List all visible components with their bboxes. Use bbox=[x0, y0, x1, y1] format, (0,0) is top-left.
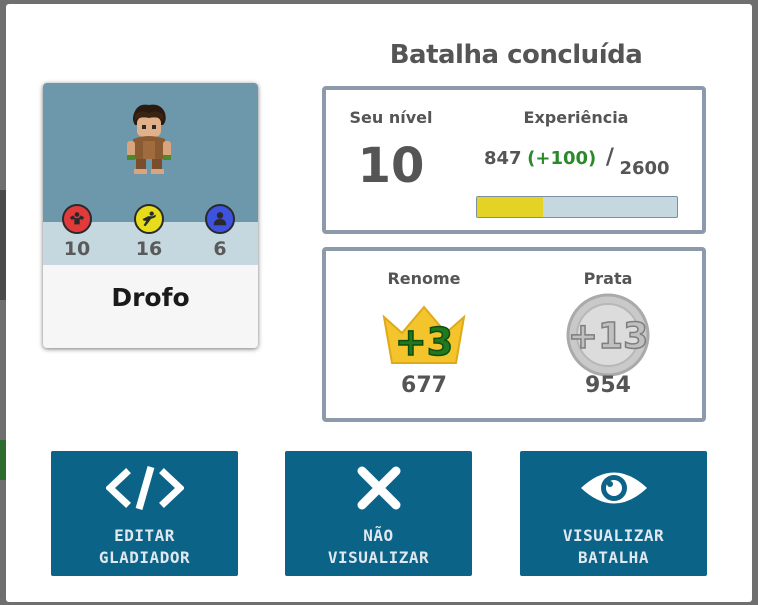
renown-gain: +3 bbox=[395, 320, 453, 364]
intelligence-icon bbox=[205, 204, 235, 234]
gladiator-card[interactable]: 10 16 6 Drofo bbox=[43, 83, 258, 348]
silver-gain: +13 bbox=[568, 316, 648, 357]
skip-view-button[interactable]: NÃO VISUALIZAR bbox=[285, 451, 472, 576]
crown-icon: +3 bbox=[382, 305, 466, 365]
experience-max: 2600 bbox=[619, 158, 670, 179]
code-icon bbox=[105, 463, 184, 513]
experience-bar bbox=[476, 196, 678, 218]
eye-icon bbox=[579, 463, 649, 513]
skip-view-label: NÃO VISUALIZAR bbox=[327, 526, 430, 567]
experience-bar-fill bbox=[477, 197, 543, 217]
agility-icon bbox=[134, 204, 164, 234]
close-icon bbox=[356, 463, 402, 513]
renown-value: 677 bbox=[401, 373, 447, 398]
view-battle-label: VISUALIZAR BATALHA bbox=[562, 526, 665, 567]
silver-coin-icon: +13 bbox=[566, 293, 650, 377]
strength-value: 10 bbox=[63, 238, 91, 260]
view-battle-button[interactable]: VISUALIZAR BATALHA bbox=[520, 451, 707, 576]
rewards-panel: Renome +3 677 Prata +13 954 bbox=[322, 247, 706, 422]
agility-value: 16 bbox=[135, 238, 163, 260]
experience-separator: / bbox=[605, 145, 614, 170]
gladiator-name: Drofo bbox=[111, 283, 190, 312]
edit-gladiator-label: EDITAR GLADIADOR bbox=[98, 526, 191, 567]
intelligence-value: 6 bbox=[213, 238, 227, 260]
strength-icon bbox=[62, 204, 92, 234]
level-label: Seu nível bbox=[349, 108, 433, 127]
gladiator-avatar-icon bbox=[127, 104, 171, 174]
experience-gain: (+100) bbox=[527, 148, 597, 169]
modal-title: Batalha concluída bbox=[389, 40, 643, 70]
renown-label: Renome bbox=[387, 269, 461, 288]
silver-value: 954 bbox=[585, 373, 631, 398]
battle-result-modal: Batalha concluída 10 16 6 Drofo Seu níve… bbox=[6, 4, 752, 602]
edit-gladiator-button[interactable]: EDITAR GLADIADOR bbox=[51, 451, 238, 576]
experience-current: 847 bbox=[484, 148, 522, 169]
silver-label: Prata bbox=[583, 269, 633, 288]
level-value: 10 bbox=[357, 138, 425, 194]
experience-readout: 847 (+100) / 2600 bbox=[484, 145, 670, 179]
experience-label: Experiência bbox=[523, 108, 629, 127]
level-panel: Seu nível 10 Experiência 847 (+100) / 26… bbox=[322, 86, 706, 234]
